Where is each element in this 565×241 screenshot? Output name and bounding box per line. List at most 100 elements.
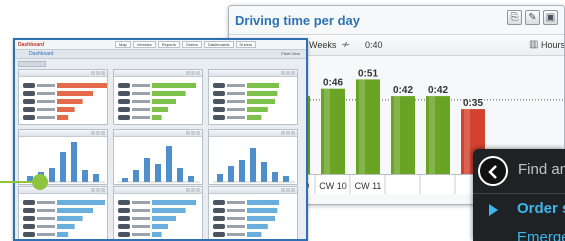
widget-controls (186, 71, 200, 75)
mini-bar (283, 176, 289, 182)
widget-control-icon[interactable] (91, 131, 95, 135)
mini-bar (152, 83, 196, 88)
widget-control-icon[interactable] (96, 131, 100, 135)
threshold-icon[interactable]: ≁ (341, 38, 350, 51)
widget-control-icon[interactable] (196, 131, 200, 135)
widget-control-icon[interactable] (96, 71, 100, 75)
wrench-icon[interactable]: ✎ (525, 10, 540, 25)
bar-value-label: 0:35 (463, 98, 483, 109)
vehicle-icon (23, 232, 35, 237)
row-label-placeholder (227, 217, 245, 220)
back-button[interactable] (478, 156, 508, 186)
play-arrow-icon (489, 204, 498, 216)
mini-bar (247, 115, 262, 120)
hours-label[interactable]: Hours (541, 40, 564, 50)
dashboard-widget[interactable] (208, 69, 298, 125)
mini-bar (57, 224, 75, 229)
bar-chart-icon[interactable]: ▥ (529, 39, 538, 50)
dashboard-widget[interactable] (113, 69, 203, 125)
dashboard-widget[interactable] (113, 186, 203, 239)
widget-thumbnail (118, 146, 200, 183)
widget-control-icon[interactable] (291, 188, 295, 192)
vehicle-icon (213, 91, 225, 96)
duration-value[interactable]: 0:40 (365, 40, 383, 50)
mini-bar (57, 91, 93, 96)
mini-bar (155, 164, 161, 182)
widget-control-icon[interactable] (186, 188, 190, 192)
vehicle-icon (118, 208, 130, 213)
bar-group[interactable]: 0:42 (391, 85, 415, 174)
find-field[interactable]: Find an (518, 161, 565, 178)
dashboard-widget[interactable] (208, 186, 298, 239)
emergency-item[interactable]: Emerge (517, 229, 565, 241)
widget-control-icon[interactable] (281, 71, 285, 75)
widget-control-icon[interactable] (286, 188, 290, 192)
row-label-placeholder (37, 225, 55, 228)
bar-group[interactable]: 0:51 (356, 68, 380, 174)
dashboard-widget[interactable] (18, 129, 108, 185)
widget-control-icon[interactable] (196, 71, 200, 75)
maximize-icon[interactable]: ▣ (543, 10, 558, 25)
widget-header (114, 187, 202, 194)
dashboard-widget[interactable] (113, 129, 203, 185)
dashboard-logo: Dashboard (18, 42, 45, 48)
menu-item[interactable]: Drivers (235, 41, 257, 48)
order-status-item[interactable]: Order st (517, 200, 565, 217)
widget-header (209, 130, 297, 137)
row-label-placeholder (132, 217, 150, 220)
menu-item[interactable]: Dashboards (203, 41, 234, 48)
widget-control-icon[interactable] (286, 131, 290, 135)
dashboard-subtitle: Dashboard (29, 51, 54, 57)
widget-controls (281, 131, 295, 135)
vehicle-icon (213, 232, 225, 237)
widget-control-icon[interactable] (186, 131, 190, 135)
mini-bar (250, 148, 256, 182)
widget-control-icon[interactable] (191, 131, 195, 135)
widget-control-icon[interactable] (291, 71, 295, 75)
weeks-label[interactable]: Weeks (309, 40, 336, 50)
vehicle-icon (118, 107, 130, 112)
dashboard-topbar: Dashboard Map Vehicles Reports Orders Da… (15, 40, 306, 50)
dashboard-widget[interactable] (18, 186, 108, 239)
menu-item[interactable]: Vehicles (132, 41, 156, 48)
vehicle-icon (23, 83, 35, 88)
dashboard-right-text: Fleet View (281, 51, 300, 56)
dashboard-subbar: Dashboard Fleet View (15, 50, 306, 59)
menu-item[interactable]: Map (115, 41, 131, 48)
widget-control-icon[interactable] (191, 188, 195, 192)
widget-thumbnail (213, 83, 279, 120)
widget-control-icon[interactable] (281, 188, 285, 192)
widget-control-icon[interactable] (191, 71, 195, 75)
mini-bar (247, 224, 268, 229)
widget-header (19, 187, 107, 194)
widget-control-icon[interactable] (101, 188, 105, 192)
export-icon[interactable]: ⎘ (507, 10, 522, 25)
row-label-placeholder (227, 209, 245, 212)
mini-bar (177, 168, 183, 182)
mini-bar (152, 224, 168, 229)
vehicle-icon (213, 99, 225, 104)
dashboard-tab[interactable] (18, 61, 46, 67)
mini-bar (57, 115, 69, 120)
widget-control-icon[interactable] (196, 188, 200, 192)
bar-group[interactable]: 0:46 (321, 78, 345, 174)
widget-header (114, 130, 202, 137)
menu-item[interactable]: Orders (181, 41, 202, 48)
widget-control-icon[interactable] (96, 188, 100, 192)
widget-header (19, 70, 107, 77)
widget-control-icon[interactable] (291, 131, 295, 135)
widget-control-icon[interactable] (281, 131, 285, 135)
widget-control-icon[interactable] (101, 131, 105, 135)
widget-control-icon[interactable] (91, 188, 95, 192)
bar-group[interactable]: 0:42 (426, 85, 450, 174)
widget-control-icon[interactable] (286, 71, 290, 75)
vehicle-icon (213, 216, 225, 221)
widget-control-icon[interactable] (91, 71, 95, 75)
row-label-placeholder (37, 108, 55, 111)
vehicle-icon (118, 216, 130, 221)
widget-control-icon[interactable] (101, 71, 105, 75)
widget-control-icon[interactable] (186, 71, 190, 75)
dashboard-widget[interactable] (18, 69, 108, 125)
dashboard-widget[interactable] (208, 129, 298, 185)
menu-item[interactable]: Reports (157, 41, 180, 48)
